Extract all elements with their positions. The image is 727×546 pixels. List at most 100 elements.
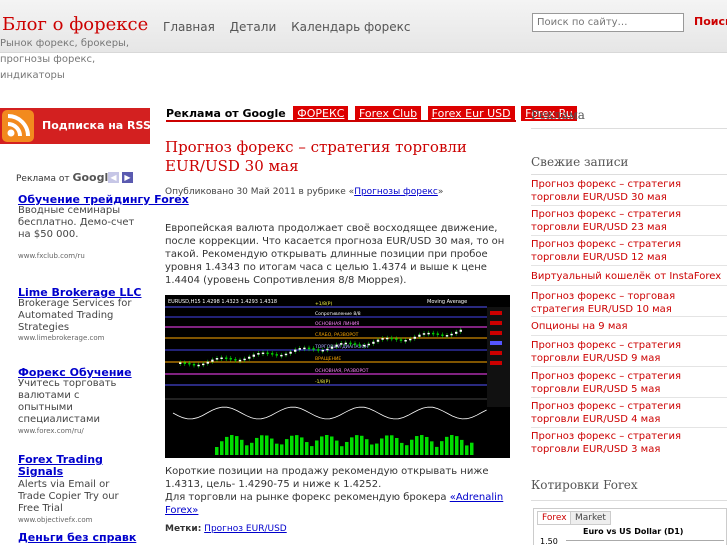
histogram-bar bbox=[385, 435, 389, 455]
candle bbox=[307, 347, 311, 350]
ads-next-button[interactable]: ▶ bbox=[122, 172, 133, 183]
recent-post-link[interactable]: Прогноз форекс – стратегия торговли EUR/… bbox=[531, 430, 727, 456]
candle bbox=[298, 348, 301, 350]
candle bbox=[317, 349, 320, 351]
tag-link[interactable]: Прогноз EUR/USD bbox=[204, 524, 287, 534]
candle bbox=[344, 342, 347, 345]
histogram-bar bbox=[445, 436, 449, 455]
ad-url[interactable]: www.objectivefx.com bbox=[18, 516, 93, 524]
candle bbox=[441, 334, 444, 336]
recent-post-link[interactable]: Виртуальный кошелёк от InstaForex bbox=[531, 270, 727, 283]
post-meta: Опубликовано 30 Май 2011 в рубрике «Прог… bbox=[165, 187, 443, 197]
histogram-bar bbox=[240, 439, 244, 455]
recent-post-link[interactable]: Прогноз форекс – стратегия торговли EUR/… bbox=[531, 400, 727, 426]
candle bbox=[234, 359, 237, 361]
ad-body: Учитесь торговать валютами с опытными сп… bbox=[18, 378, 117, 425]
nav-details[interactable]: Детали bbox=[230, 20, 277, 34]
nav-home[interactable]: Главная bbox=[163, 20, 215, 34]
ad-url[interactable]: www.forex.com/ru/ bbox=[18, 427, 84, 435]
candle bbox=[353, 343, 357, 345]
forex-chart-image: EURUSD,H15 1.4298 1.4323 1.4293 1.4318 M… bbox=[165, 295, 510, 458]
post-meta-suffix: » bbox=[437, 187, 444, 197]
candle bbox=[367, 343, 370, 346]
rss-label: Подписка на RSS bbox=[42, 119, 151, 132]
post-footer-text: Для торговли на рынке форекс рекомендую … bbox=[165, 492, 450, 503]
candle bbox=[220, 357, 223, 360]
post-footer: Короткие позиции на продажу рекомендую о… bbox=[165, 465, 515, 517]
ads-prev-button[interactable]: ◀ bbox=[108, 172, 119, 183]
candle bbox=[321, 349, 324, 352]
search-button[interactable]: Поиск bbox=[694, 15, 727, 28]
post-meta-prefix: Опубликовано 30 Май 2011 в рубрике « bbox=[165, 187, 355, 197]
recent-post-link[interactable]: Опционы на 9 мая bbox=[531, 320, 727, 333]
search-input[interactable] bbox=[532, 13, 684, 32]
ad-link[interactable]: Forex Club bbox=[354, 106, 422, 121]
candle bbox=[330, 346, 334, 349]
chart-level-label: Сопротивление 8/8 bbox=[315, 311, 361, 317]
histogram-bar bbox=[345, 441, 349, 455]
ads-header: Реклама от Google bbox=[16, 171, 116, 184]
candle bbox=[445, 335, 449, 337]
candle bbox=[202, 363, 205, 366]
ad-body: Alerts via Email or Trade Copier Try our… bbox=[18, 479, 119, 514]
ad-link[interactable]: ФОРЕКС bbox=[293, 106, 349, 121]
ad-title[interactable]: Forex Trading Signals bbox=[18, 454, 128, 478]
candle bbox=[275, 354, 278, 356]
candle bbox=[422, 333, 426, 335]
candle bbox=[303, 347, 306, 350]
candle bbox=[459, 329, 462, 332]
candle bbox=[215, 358, 219, 360]
post-title[interactable]: Прогноз форекс – стратегия торговли EUR/… bbox=[165, 138, 510, 176]
chart-level-label: +1/8(Р) bbox=[315, 301, 332, 307]
candle bbox=[335, 344, 338, 347]
divider bbox=[531, 205, 727, 206]
divider bbox=[531, 397, 727, 398]
tags-label: Метки: bbox=[165, 524, 202, 534]
quotes-chart-title: Euro vs US Dollar (D1) bbox=[583, 527, 684, 536]
histogram-bar bbox=[435, 446, 439, 455]
histogram-bar bbox=[410, 439, 414, 455]
histogram-bar bbox=[235, 436, 239, 455]
post-tags: Метки: Прогноз EUR/USD bbox=[165, 524, 287, 534]
nav-forex-calendar[interactable]: Календарь форекс bbox=[291, 20, 410, 34]
candle bbox=[289, 351, 292, 354]
candle bbox=[427, 332, 430, 335]
chart-level-label: ОСНОВНАЯ ЛИНИЯ bbox=[315, 321, 359, 327]
histogram-bar bbox=[275, 443, 279, 455]
post-category-link[interactable]: Прогнозы форекс bbox=[354, 187, 438, 197]
histogram-bar bbox=[450, 435, 454, 455]
histogram-bar bbox=[375, 443, 379, 455]
ad-url[interactable]: www.limebrokerage.com bbox=[18, 334, 104, 342]
site-title[interactable]: Блог о форексе bbox=[2, 14, 148, 35]
ad-title[interactable]: Деньги без справк bbox=[18, 531, 136, 544]
main-nav: Главная Детали Календарь форекс bbox=[163, 20, 421, 34]
candle bbox=[225, 357, 228, 360]
candle bbox=[294, 349, 297, 352]
candle bbox=[409, 338, 412, 341]
candle bbox=[326, 348, 329, 351]
post-footer-line: Для торговли на рынке форекс рекомендую … bbox=[165, 491, 515, 517]
quotes-title: Котировки Forex bbox=[531, 478, 638, 492]
candle bbox=[376, 339, 380, 342]
candle bbox=[211, 359, 214, 362]
histogram-bar bbox=[250, 442, 254, 455]
tab-forex[interactable]: Forex bbox=[537, 511, 572, 525]
histogram-bar bbox=[350, 437, 354, 455]
recent-post-link[interactable]: Прогноз форекс – стратегия торговли EUR/… bbox=[531, 178, 727, 204]
candle bbox=[197, 364, 200, 367]
recent-post-link[interactable]: Прогноз форекс – стратегия торговли EUR/… bbox=[531, 370, 727, 396]
histogram-bar bbox=[360, 435, 364, 455]
recent-post-link[interactable]: Прогноз форекс – стратегия торговли EUR/… bbox=[531, 339, 727, 365]
histogram-bar bbox=[335, 440, 339, 455]
candle bbox=[238, 359, 242, 362]
divider bbox=[531, 500, 727, 501]
candle bbox=[229, 358, 232, 360]
recent-post-link[interactable]: Прогноз форекс – торговая стратегия EUR/… bbox=[531, 290, 727, 316]
recent-post-link[interactable]: Прогноз форекс – стратегия торговли EUR/… bbox=[531, 238, 727, 264]
ad-url[interactable]: www.fxclub.com/ru bbox=[18, 252, 85, 260]
divider bbox=[531, 285, 727, 286]
histogram-bar bbox=[260, 435, 264, 455]
ad-link[interactable]: Forex Eur USD bbox=[427, 106, 515, 121]
tab-market[interactable]: Market bbox=[570, 511, 611, 525]
recent-post-link[interactable]: Прогноз форекс – стратегия торговли EUR/… bbox=[531, 208, 727, 234]
